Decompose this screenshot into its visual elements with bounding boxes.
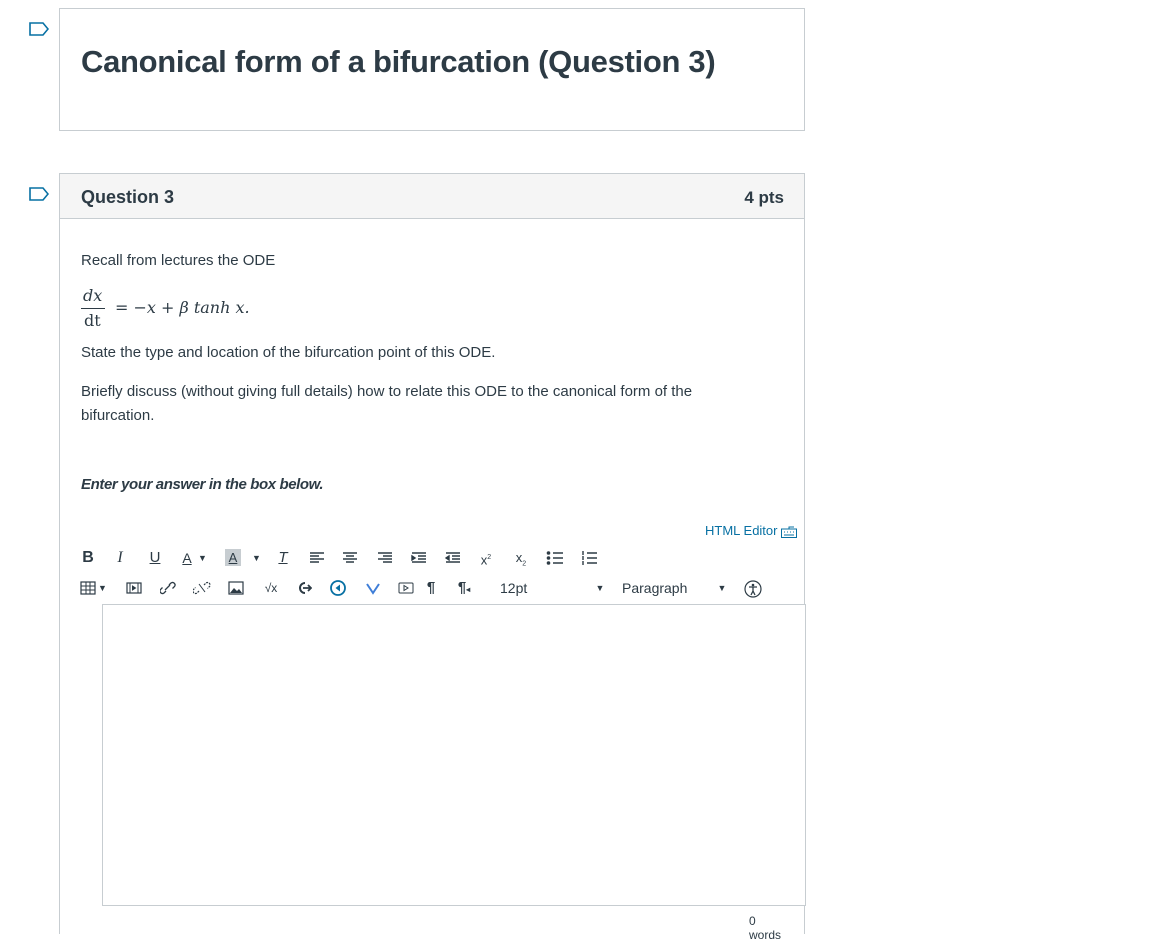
question-box: Question 3 4 pts Recall from lectures th… [59, 173, 806, 942]
equation-icon[interactable]: √x [261, 577, 281, 599]
chevron-down-icon[interactable]: ▼ [98, 577, 107, 599]
background-color-button[interactable]: A [225, 549, 241, 566]
bold-button[interactable]: B [80, 547, 96, 569]
chevron-down-icon[interactable]: ▼ [717, 577, 727, 599]
table-icon[interactable] [80, 581, 96, 603]
italic-button[interactable]: I [113, 547, 127, 569]
chevron-down-icon[interactable]: ▼ [198, 547, 207, 569]
font-size-select[interactable]: 12pt [500, 577, 540, 599]
align-center-icon[interactable] [342, 551, 358, 573]
ltr-direction-icon[interactable]: ¶ [423, 577, 439, 599]
flag-question-icon[interactable] [29, 22, 49, 36]
editor-toolbar-row-1: B I U A ▼ A ▼ T x2 x2 [70, 547, 630, 569]
question-name: Question 3 [81, 187, 175, 207]
fraction-denominator: dt [84, 311, 101, 330]
editor-toolbar-row-2: ▼ √x ¶ ¶◂ 12pt ▼ Paragraph ▼ [70, 577, 770, 599]
block-format-select[interactable]: Paragraph [622, 577, 702, 599]
accessibility-icon[interactable] [744, 580, 762, 602]
image-icon[interactable] [228, 581, 244, 603]
superscript-button[interactable]: x2 [478, 547, 494, 569]
keyboard-icon [781, 526, 798, 538]
record-media-icon[interactable] [330, 580, 346, 602]
question-intro: Recall from lectures the ODE [81, 252, 276, 269]
align-right-icon[interactable] [377, 551, 393, 573]
answer-editor-textarea[interactable] [102, 604, 806, 906]
underline-button[interactable]: U [148, 547, 162, 569]
equation-rhs: = −x + β tanh x. [115, 298, 250, 317]
bullet-list-icon[interactable] [546, 550, 564, 572]
word-count: 0 words [749, 914, 782, 942]
html-editor-label: HTML Editor [705, 523, 778, 538]
page-title: Canonical form of a bifurcation (Questio… [81, 44, 716, 79]
subscript-button[interactable]: x2 [513, 547, 529, 569]
text-color-button[interactable]: A [180, 547, 194, 569]
unlink-icon[interactable] [193, 581, 211, 603]
chevron-down-icon[interactable]: ▼ [595, 577, 605, 599]
question-header: Question 3 4 pts [60, 174, 804, 219]
link-icon[interactable] [160, 581, 176, 603]
fraction-numerator: dx [83, 286, 103, 305]
embed-icon[interactable] [398, 582, 414, 604]
lti-tool-icon[interactable] [296, 581, 312, 603]
question-prompt-2: Briefly discuss (without giving full det… [81, 383, 693, 424]
question-points: 4 pts [744, 188, 784, 207]
clear-formatting-icon[interactable]: T [275, 547, 291, 569]
html-editor-link[interactable]: HTML Editor [705, 523, 798, 538]
answer-instruction: Enter your answer in the box below. [81, 476, 324, 493]
vimeo-icon[interactable] [366, 582, 380, 604]
rtl-direction-icon[interactable]: ¶◂ [455, 577, 473, 599]
quiz-title-box: Canonical form of a bifurcation (Questio… [59, 8, 805, 131]
align-left-icon[interactable] [309, 551, 325, 573]
question-prompt-1: State the type and location of the bifur… [81, 344, 496, 361]
flag-question-icon[interactable] [29, 187, 49, 201]
chevron-down-icon[interactable]: ▼ [252, 547, 261, 569]
outdent-icon[interactable] [445, 551, 461, 573]
indent-icon[interactable] [411, 551, 427, 573]
media-icon[interactable] [126, 582, 142, 604]
numbered-list-icon[interactable] [581, 550, 597, 572]
